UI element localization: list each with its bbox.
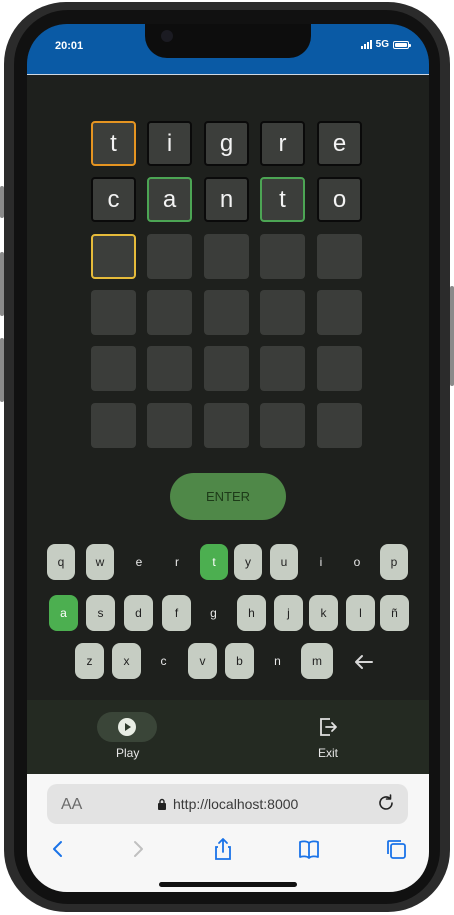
browser-chrome: AA http://localhost:8000	[27, 774, 429, 892]
tile-r6-c4	[260, 403, 305, 448]
status-time: 20:01	[55, 40, 84, 52]
tile-r4-c4	[260, 290, 305, 335]
backspace-key[interactable]	[349, 648, 377, 676]
key-z[interactable]: z	[75, 643, 104, 679]
key-k[interactable]: k	[309, 595, 338, 631]
tile-r1-c3: g	[204, 121, 249, 166]
tile-r5-c3	[204, 346, 249, 391]
tile-r4-c2	[147, 290, 192, 335]
text-size-button[interactable]: AA	[61, 796, 82, 814]
notch	[145, 24, 311, 58]
tile-r1-c5: e	[317, 121, 362, 166]
play-circle-icon	[118, 718, 136, 736]
home-indicator	[159, 882, 297, 887]
key-g[interactable]: g	[199, 595, 228, 631]
key-a[interactable]: a	[49, 595, 78, 631]
tile-r6-c1	[91, 403, 136, 448]
exit-icon	[320, 718, 337, 736]
side-button-volume-down	[0, 338, 4, 402]
network-label: 5G	[375, 39, 389, 50]
url-text: http://localhost:8000	[173, 796, 299, 812]
url-display[interactable]: http://localhost:8000	[157, 796, 298, 812]
key-h[interactable]: h	[237, 595, 266, 631]
key-e[interactable]: e	[125, 544, 153, 580]
status-right: 5G	[360, 39, 411, 50]
side-button-silent	[0, 186, 4, 218]
tile-r2-c4: t	[260, 177, 305, 222]
key-i[interactable]: i	[307, 544, 335, 580]
tile-r3-c1	[91, 234, 136, 279]
tile-r4-c1	[91, 290, 136, 335]
key-m[interactable]: m	[301, 643, 333, 679]
back-icon[interactable]	[45, 836, 71, 862]
key-u[interactable]: u	[270, 544, 298, 580]
tile-r4-c3	[204, 290, 249, 335]
key-ñ[interactable]: ñ	[380, 595, 409, 631]
signal-icon	[360, 40, 372, 49]
side-button-volume-up	[0, 252, 4, 316]
screen: 20:01 5G tigrecanto ENTER qwertyuiopasdf…	[27, 24, 429, 892]
key-p[interactable]: p	[380, 544, 408, 580]
tile-r3-c4	[260, 234, 305, 279]
tile-r5-c5	[317, 346, 362, 391]
tile-r6-c5	[317, 403, 362, 448]
key-r[interactable]: r	[163, 544, 191, 580]
nav-exit-label: Exit	[318, 746, 339, 760]
key-s[interactable]: s	[86, 595, 115, 631]
side-button-power	[450, 286, 454, 386]
nav-play-button[interactable]	[97, 712, 157, 742]
tile-r2-c5: o	[317, 177, 362, 222]
tile-r3-c2	[147, 234, 192, 279]
enter-button[interactable]: ENTER	[170, 473, 286, 520]
tile-r6-c2	[147, 403, 192, 448]
key-q[interactable]: q	[47, 544, 75, 580]
key-l[interactable]: l	[346, 595, 375, 631]
tile-r1-c1: t	[91, 121, 136, 166]
bookmarks-icon[interactable]	[296, 836, 322, 862]
key-w[interactable]: w	[86, 544, 114, 580]
key-b[interactable]: b	[225, 643, 254, 679]
share-icon[interactable]	[210, 836, 236, 862]
key-y[interactable]: y	[234, 544, 262, 580]
key-c[interactable]: c	[149, 643, 178, 679]
tabs-icon[interactable]	[383, 836, 409, 862]
nav-play-label: Play	[116, 746, 140, 760]
tile-r6-c3	[204, 403, 249, 448]
address-bar[interactable]: AA http://localhost:8000	[47, 784, 408, 824]
tile-r5-c2	[147, 346, 192, 391]
battery-icon	[393, 40, 411, 49]
tile-r2-c1: c	[91, 177, 136, 222]
bottom-navigation: Play Exit	[27, 700, 429, 774]
tile-r1-c4: r	[260, 121, 305, 166]
tile-r2-c3: n	[204, 177, 249, 222]
key-f[interactable]: f	[162, 595, 191, 631]
lock-icon	[158, 798, 166, 810]
key-v[interactable]: v	[188, 643, 217, 679]
forward-icon[interactable]	[125, 836, 151, 862]
tile-r3-c3	[204, 234, 249, 279]
camera-icon	[161, 30, 173, 42]
tile-r2-c2: a	[147, 177, 192, 222]
key-j[interactable]: j	[274, 595, 303, 631]
key-x[interactable]: x	[112, 643, 141, 679]
key-n[interactable]: n	[263, 643, 292, 679]
status-bar: 20:01 5G	[27, 24, 429, 75]
key-o[interactable]: o	[343, 544, 371, 580]
tile-r3-c5	[317, 234, 362, 279]
reload-icon[interactable]	[376, 793, 396, 813]
tile-r1-c2: i	[147, 121, 192, 166]
tile-r5-c4	[260, 346, 305, 391]
tile-r5-c1	[91, 346, 136, 391]
nav-exit-button[interactable]	[317, 716, 339, 738]
tile-r4-c5	[317, 290, 362, 335]
key-t[interactable]: t	[200, 544, 228, 580]
arrow-left-icon	[355, 655, 373, 669]
key-d[interactable]: d	[124, 595, 153, 631]
